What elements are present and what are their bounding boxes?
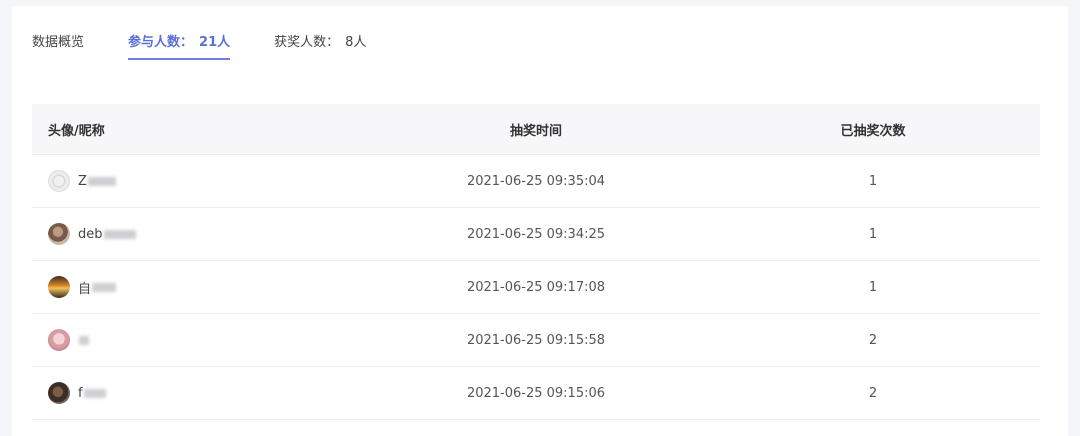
header-draw-count: 已抽奖次数 [840,123,906,139]
draw-count: 1 [868,173,878,189]
avatar [48,170,70,192]
nickname-redaction [87,176,116,186]
participants-table: 头像/昵称 抽奖时间 已抽奖次数 Z 2021-06-25 09:35:04 1… [32,104,1040,420]
nickname: f [78,385,83,401]
user-cell [32,329,366,351]
user-cell: f [32,382,366,404]
user-cell: Z [32,170,366,192]
nickname-redaction [92,282,117,292]
tab-winners-label: 获奖人数： [274,35,340,50]
nickname: deb [78,226,103,242]
nickname-redaction [83,388,106,398]
tab-data-overview-label: 数据概览 [32,35,85,50]
tab-participants-label: 参与人数： [128,35,194,50]
nickname: 自 [78,281,92,297]
nickname-redaction [79,335,89,345]
draw-time: 2021-06-25 09:34:25 [466,226,606,242]
user-cell: deb [32,223,366,245]
table-row: 2021-06-25 09:15:58 2 [32,314,1040,367]
avatar [48,223,70,245]
draw-time: 2021-06-25 09:17:08 [466,279,606,295]
user-cell: 自 [32,276,366,298]
tab-winners[interactable]: 获奖人数： 8人 [274,34,366,62]
table-row: Z 2021-06-25 09:35:04 1 [32,155,1040,208]
avatar [48,276,70,298]
table-row: deb 2021-06-25 09:34:25 1 [32,208,1040,261]
draw-count: 1 [868,279,878,295]
draw-count: 2 [868,332,878,348]
tab-bar: 数据概览 参与人数： 21人 获奖人数： 8人 [32,34,366,64]
tab-data-overview[interactable]: 数据概览 [32,34,84,62]
tab-participants-value: 21人 [199,35,231,50]
tab-participants[interactable]: 参与人数： 21人 [128,34,231,60]
tab-winners-value: 8人 [345,35,367,50]
draw-time: 2021-06-25 09:15:58 [466,332,606,348]
draw-count: 2 [868,385,878,401]
avatar [48,382,70,404]
main-panel: 数据概览 参与人数： 21人 获奖人数： 8人 头像/昵称 抽奖时间 已抽奖次数 Z… [12,6,1068,436]
nickname-redaction [103,229,136,239]
avatar [48,329,70,351]
header-avatar-nickname: 头像/昵称 [48,123,105,139]
nickname: Z [78,173,87,189]
table-row: f 2021-06-25 09:15:06 2 [32,367,1040,420]
table-row: 自 2021-06-25 09:17:08 1 [32,261,1040,314]
draw-time: 2021-06-25 09:35:04 [466,173,606,189]
table-header: 头像/昵称 抽奖时间 已抽奖次数 [32,104,1040,155]
draw-count: 1 [868,226,878,242]
header-draw-time: 抽奖时间 [509,123,562,139]
draw-time: 2021-06-25 09:15:06 [466,385,606,401]
